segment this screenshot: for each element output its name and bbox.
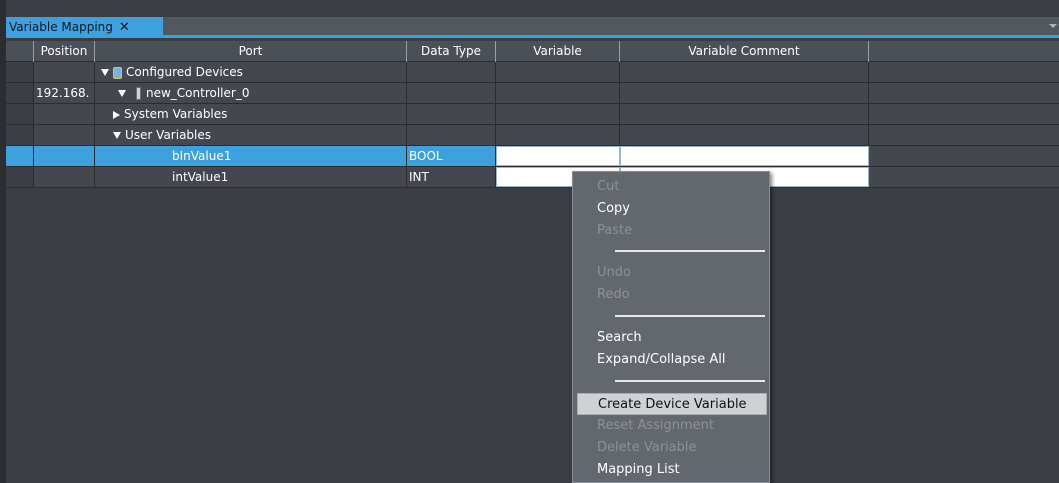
port-label: User Variables <box>125 128 212 142</box>
header-variable-comment[interactable]: Variable Comment <box>620 41 869 62</box>
empty-cell <box>869 83 1059 103</box>
port-label: System Variables <box>124 107 228 121</box>
menu-item-create-device-variable[interactable]: Create Device Variable <box>577 393 767 415</box>
data-type-cell <box>407 104 496 124</box>
controller-icon <box>136 87 141 100</box>
variable-cell <box>496 104 620 124</box>
expanded-arrow-icon[interactable] <box>101 69 109 76</box>
position-cell: 192.168. <box>34 83 95 103</box>
tab-label: Variable Mapping <box>9 20 113 34</box>
menu-separator <box>615 250 765 252</box>
menu-separator <box>615 380 765 382</box>
menu-separator <box>615 315 765 317</box>
header-variable[interactable]: Variable <box>496 41 620 62</box>
variable-cell <box>496 83 620 103</box>
port-label: Configured Devices <box>126 65 243 79</box>
position-cell <box>34 125 95 145</box>
header-data-type[interactable]: Data Type <box>407 41 496 62</box>
port-cell[interactable]: User Variables <box>95 125 407 145</box>
menu-item-cut[interactable]: Cut <box>577 176 767 198</box>
port-label: intValue1 <box>172 170 229 184</box>
tab-variable-mapping[interactable]: Variable Mapping ✕ <box>6 17 163 38</box>
menu-item-redo[interactable]: Redo <box>577 284 767 306</box>
port-label: new_Controller_0 <box>146 86 250 100</box>
menu-item-search[interactable]: Search <box>577 327 767 349</box>
header-position[interactable]: Position <box>34 41 95 62</box>
row-header <box>6 125 34 145</box>
variable-comment-cell <box>620 83 869 103</box>
empty-cell <box>869 146 1059 166</box>
variable-input[interactable] <box>496 146 620 166</box>
port-cell[interactable]: bInValue1 <box>95 146 407 166</box>
chevron-down-icon[interactable] <box>1049 24 1057 28</box>
empty-cell <box>869 104 1059 124</box>
row-header <box>6 146 34 166</box>
variable-comment-cell <box>620 104 869 124</box>
data-type-cell: BOOL <box>407 146 496 166</box>
grid-header: Position Port Data Type Variable Variabl… <box>6 41 1059 62</box>
data-type-cell <box>407 83 496 103</box>
empty-cell <box>869 167 1059 187</box>
menu-item-delete-variable[interactable]: Delete Variable <box>577 437 767 459</box>
position-cell <box>34 146 95 166</box>
data-type-cell <box>407 62 496 82</box>
menu-item-expand-collapse-all[interactable]: Expand/Collapse All <box>577 349 767 371</box>
port-cell[interactable]: System Variables <box>95 104 407 124</box>
expanded-arrow-icon[interactable] <box>113 132 121 139</box>
variable-cell <box>496 62 620 82</box>
variable-comment-input[interactable] <box>620 146 869 166</box>
menu-item-copy[interactable]: Copy <box>577 198 767 220</box>
header-spacer <box>6 41 34 62</box>
row-header <box>6 62 34 82</box>
variable-comment-cell <box>620 125 869 145</box>
position-cell <box>34 104 95 124</box>
close-icon[interactable]: ✕ <box>119 20 130 35</box>
header-port[interactable]: Port <box>95 41 407 62</box>
table-row[interactable]: 192.168. new_Controller_0 <box>6 83 1059 104</box>
row-header <box>6 83 34 103</box>
port-label: bInValue1 <box>172 149 232 163</box>
empty-cell <box>869 125 1059 145</box>
row-header <box>6 167 34 187</box>
variable-mapping-grid: Position Port Data Type Variable Variabl… <box>6 41 1059 483</box>
menu-item-reset-assignment[interactable]: Reset Assignment <box>577 415 767 437</box>
menu-item-paste[interactable]: Paste <box>577 220 767 242</box>
devices-icon <box>113 66 122 79</box>
variable-cell <box>496 125 620 145</box>
position-cell <box>34 167 95 187</box>
table-row-selected[interactable]: bInValue1 BOOL <box>6 146 1059 167</box>
port-cell[interactable]: Configured Devices <box>95 62 407 82</box>
menu-item-mapping-list[interactable]: Mapping List <box>577 459 767 481</box>
empty-cell <box>869 62 1059 82</box>
context-menu: Cut Copy Paste Undo Redo Search Expand/C… <box>572 171 770 483</box>
row-header <box>6 104 34 124</box>
position-cell <box>34 62 95 82</box>
collapsed-arrow-icon[interactable] <box>113 110 120 119</box>
data-type-cell <box>407 125 496 145</box>
port-cell[interactable]: new_Controller_0 <box>95 83 407 103</box>
variable-comment-cell <box>620 62 869 82</box>
data-type-cell: INT <box>407 167 496 187</box>
menu-item-undo[interactable]: Undo <box>577 262 767 284</box>
tab-strip: Variable Mapping ✕ <box>6 17 1059 38</box>
table-row[interactable]: User Variables <box>6 125 1059 146</box>
table-row[interactable]: Configured Devices <box>6 62 1059 83</box>
port-cell[interactable]: intValue1 <box>95 167 407 187</box>
table-row[interactable]: System Variables <box>6 104 1059 125</box>
expanded-arrow-icon[interactable] <box>118 90 126 97</box>
table-row[interactable]: intValue1 INT <box>6 167 1059 188</box>
